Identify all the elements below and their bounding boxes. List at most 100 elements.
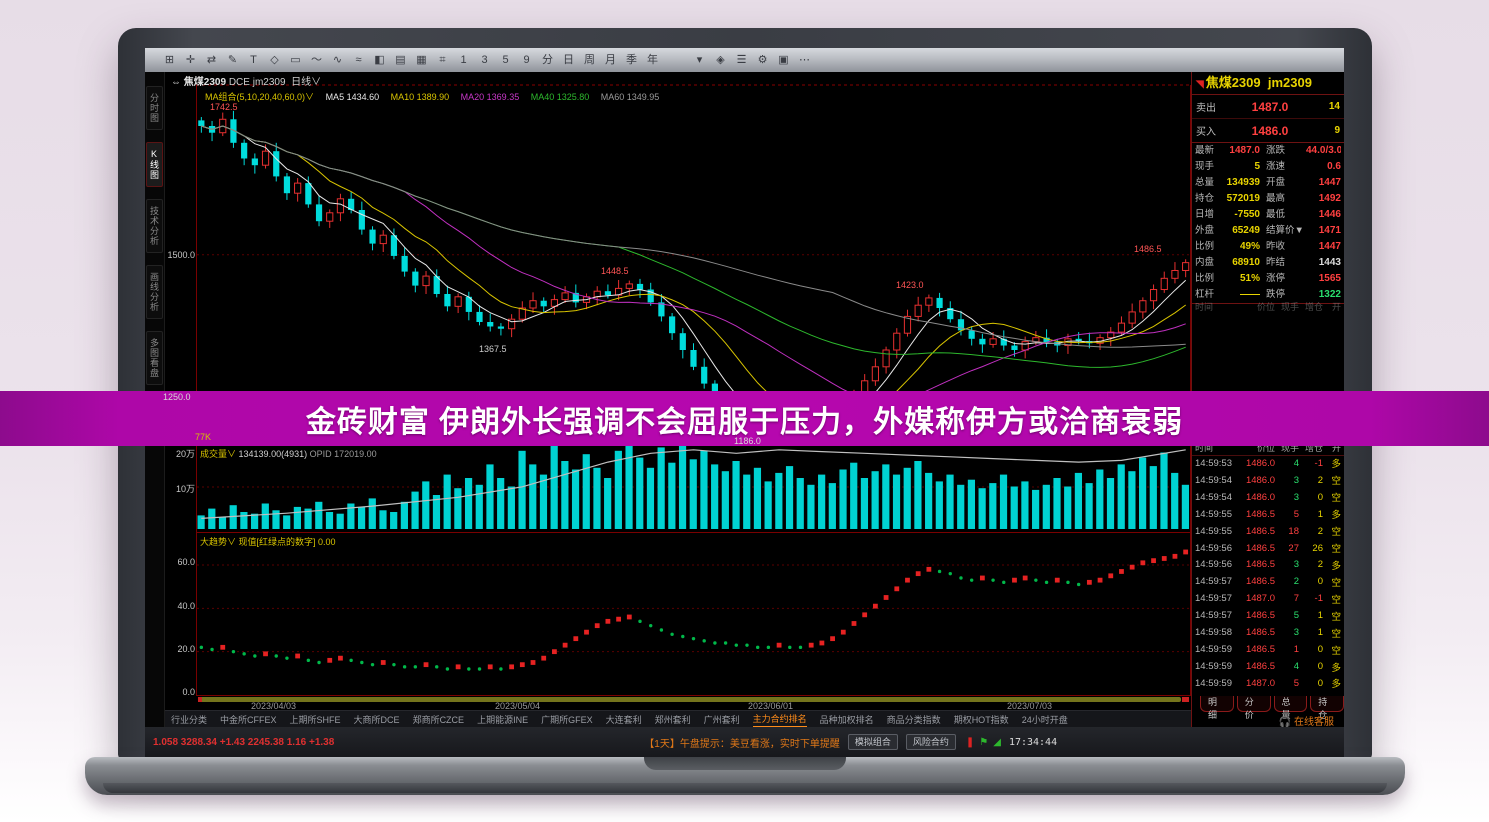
tick-row[interactable]: 14:59:571486.520空: [1192, 573, 1344, 590]
bid-row[interactable]: 买入 1486.0 9: [1192, 119, 1344, 142]
market-tab-期权HOT指数[interactable]: 期权HOT指数: [954, 713, 1009, 726]
market-tab-24小时开盘[interactable]: 24小时开盘: [1022, 713, 1068, 726]
tick-row[interactable]: 14:59:561486.532多: [1192, 557, 1344, 574]
tick-row[interactable]: 14:59:591486.510空: [1192, 641, 1344, 658]
market-tab-广期所GFEX[interactable]: 广期所GFEX: [541, 713, 593, 726]
market-tab-中金所CFFEX[interactable]: 中金所CFFEX: [220, 713, 277, 726]
risk-contract-button[interactable]: 风险合约: [906, 734, 956, 750]
market-tab-郑商所CZCE[interactable]: 郑商所CZCE: [413, 713, 465, 726]
tick-row[interactable]: 14:59:591487.050多: [1192, 675, 1344, 692]
ma-value-MA60: MA60 1349.95: [598, 92, 659, 102]
tick-row[interactable]: 14:59:541486.032空: [1192, 472, 1344, 489]
sim-portfolio-button[interactable]: 模拟组合: [848, 734, 898, 750]
tick-row[interactable]: 14:59:591486.540多: [1192, 658, 1344, 675]
toolbar-icon[interactable]: ⊞: [159, 52, 180, 68]
left-tab-K线图[interactable]: K线图: [146, 142, 163, 187]
toolbar-icon[interactable]: ◇: [264, 52, 285, 68]
tick-row[interactable]: 14:59:561486.52726空: [1192, 540, 1344, 557]
panel-tab-分价[interactable]: 分价: [1237, 696, 1271, 712]
tick-row[interactable]: 14:59:551486.5182空: [1192, 523, 1344, 540]
toolbar-icon[interactable]: 周: [579, 52, 600, 68]
axis-label: 40.0: [163, 601, 195, 611]
quote-row: 持仓572019最高1492: [1192, 191, 1344, 207]
left-tab-技术分析[interactable]: 技术分析: [146, 199, 163, 253]
toolbar-icon[interactable]: ⇄: [201, 52, 222, 68]
panel-tab-持仓[interactable]: 持仓: [1310, 696, 1344, 712]
indicator-dropdown[interactable]: 大趋势∨: [200, 537, 236, 547]
notice-message[interactable]: 【1天】午盘提示：美豆看涨，实时下单提醒: [644, 735, 840, 750]
toolbar-icon[interactable]: 月: [600, 52, 621, 68]
toolbar-icon[interactable]: 1: [453, 52, 474, 68]
quote-value: 1565: [1306, 271, 1341, 287]
period-dropdown[interactable]: 日线∨: [291, 77, 321, 88]
tick-direction: 空: [1323, 592, 1341, 606]
chart-exchange: DCE: [229, 77, 250, 88]
toolbar-icon[interactable]: ◧: [369, 52, 390, 68]
toolbar-icon[interactable]: ▾: [689, 52, 710, 68]
tick-volume: 3: [1275, 627, 1299, 638]
toolbar-icon[interactable]: ▦: [411, 52, 432, 68]
toolbar-icon[interactable]: ☰: [731, 52, 752, 68]
toolbar-icon[interactable]: 3: [474, 52, 495, 68]
flag-icon: ⚑: [979, 737, 988, 748]
market-tab-商品分类指数[interactable]: 商品分类指数: [887, 713, 941, 726]
toolbar-icon[interactable]: ▣: [773, 52, 794, 68]
toolbar-icon[interactable]: ✛: [180, 52, 201, 68]
tick-list[interactable]: 14:59:531486.04-1多14:59:541486.032空14:59…: [1192, 455, 1344, 692]
toolbar-icon[interactable]: 日: [558, 52, 579, 68]
toolbar-icon[interactable]: ⚙: [752, 52, 773, 68]
left-tab-多图看盘[interactable]: 多图看盘: [146, 331, 163, 385]
market-tab-大连套利[interactable]: 大连套利: [606, 713, 642, 726]
tick-row[interactable]: 14:59:541486.030空: [1192, 489, 1344, 506]
toolbar-icon[interactable]: ⌗: [432, 52, 453, 68]
toolbar-icon[interactable]: ▤: [390, 52, 411, 68]
market-tab-上期能源INE[interactable]: 上期能源INE: [477, 713, 528, 726]
tick-price: 1486.5: [1239, 644, 1275, 655]
tick-row[interactable]: 14:59:571487.07-1空: [1192, 590, 1344, 607]
market-tab-主力合约排名[interactable]: 主力合约排名: [753, 712, 807, 727]
toolbar-icon[interactable]: ∿: [327, 52, 348, 68]
tick-direction: 空: [1323, 473, 1341, 487]
quote-label: 内盘: [1195, 255, 1225, 271]
nav-arrows-icon[interactable]: ⇔: [171, 77, 181, 88]
tick-price: 1487.0: [1239, 678, 1275, 689]
toolbar-icon[interactable]: ◈: [710, 52, 731, 68]
ask-row[interactable]: 卖出 1487.0 14: [1192, 95, 1344, 119]
tick-price: 1486.5: [1239, 576, 1275, 587]
toolbar-icon[interactable]: ⋯: [794, 52, 815, 68]
market-tab-品种加权排名[interactable]: 品种加权排名: [820, 713, 874, 726]
quote-label: 昨收: [1266, 239, 1306, 255]
toolbar-icon[interactable]: 〜: [306, 52, 327, 68]
volume-dropdown[interactable]: 成交量∨: [200, 449, 236, 459]
tick-row[interactable]: 14:59:571486.551空: [1192, 607, 1344, 624]
online-service-link[interactable]: 🎧 在线客服: [1192, 713, 1344, 727]
left-tab-分时图[interactable]: 分时图: [146, 86, 163, 130]
banner-text: 金砖财富 伊朗外长强调不会屈服于压力，外媒称伊方或洽商衰弱: [306, 397, 1183, 441]
market-tab-上期所SHFE[interactable]: 上期所SHFE: [290, 713, 341, 726]
tick-row[interactable]: 14:59:531486.04-1多: [1192, 455, 1344, 472]
tick-row[interactable]: 14:59:581486.531空: [1192, 624, 1344, 641]
toolbar-icon[interactable]: 季: [621, 52, 642, 68]
market-tab-大商所DCE[interactable]: 大商所DCE: [354, 713, 400, 726]
quote-row: 现手5涨速0.6: [1192, 159, 1344, 175]
toolbar-icon[interactable]: ▭: [285, 52, 306, 68]
toolbar-icon[interactable]: ≈: [348, 52, 369, 68]
ma-combo-dropdown[interactable]: MA组合(5,10,20,40,60,0)∨: [205, 92, 314, 102]
toolbar-icon[interactable]: T: [243, 52, 264, 68]
quote-label: 日增: [1195, 207, 1225, 223]
left-tab-画线分析[interactable]: 画线分析: [146, 265, 163, 319]
quote-title: ◥焦煤2309 jm2309: [1192, 72, 1344, 95]
market-tab-行业分类[interactable]: 行业分类: [171, 713, 207, 726]
toolbar-icon[interactable]: 分: [537, 52, 558, 68]
panel-tab-明细[interactable]: 明细: [1200, 696, 1234, 712]
float-label: 77K: [195, 432, 211, 442]
toolbar-icon[interactable]: 9: [516, 52, 537, 68]
toolbar-icon[interactable]: 年: [642, 52, 663, 68]
market-tab-广州套利[interactable]: 广州套利: [704, 713, 740, 726]
toolbar-icon[interactable]: ✎: [222, 52, 243, 68]
tick-row[interactable]: 14:59:551486.551多: [1192, 506, 1344, 523]
panel-tab-总量[interactable]: 总量: [1274, 696, 1308, 712]
market-tab-郑州套利[interactable]: 郑州套利: [655, 713, 691, 726]
toolbar-icon[interactable]: 5: [495, 52, 516, 68]
tick-time: 14:59:54: [1195, 492, 1239, 503]
